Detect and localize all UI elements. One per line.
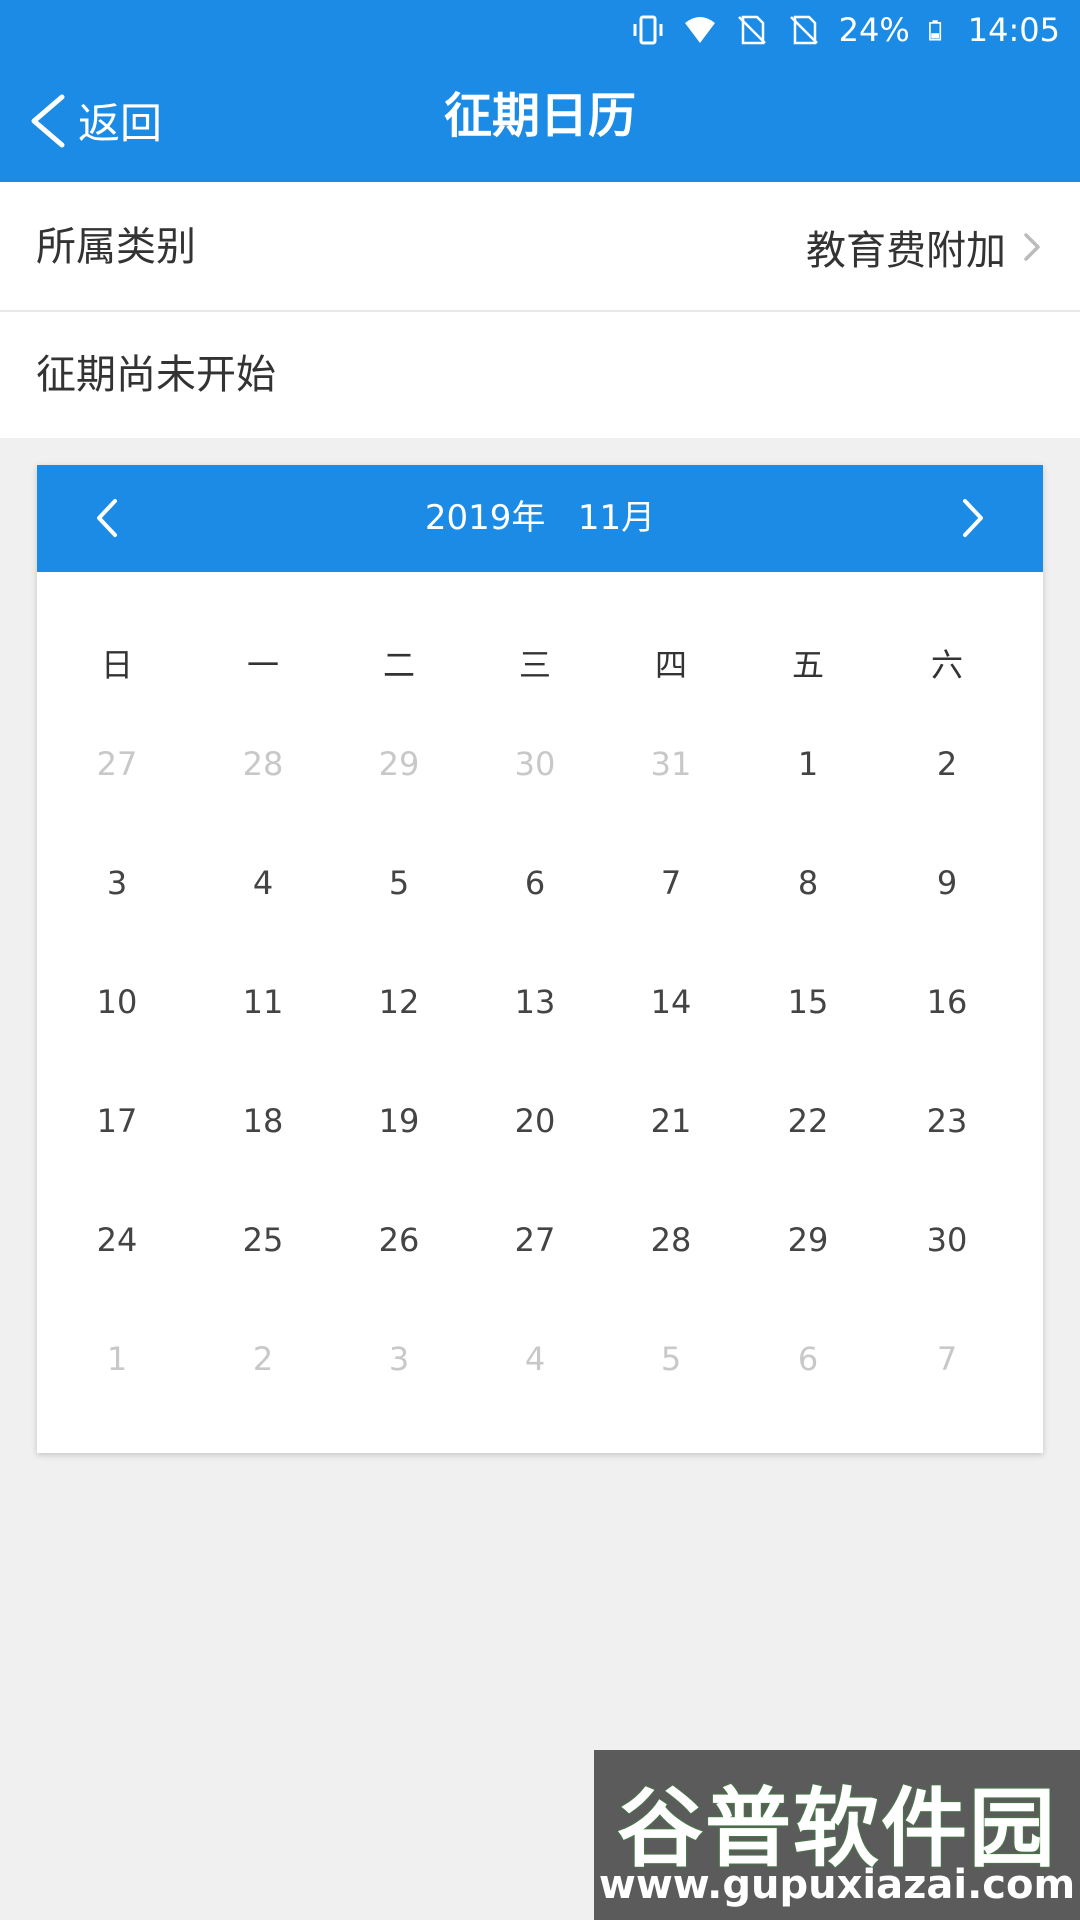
calendar-day-outside-month[interactable]: 5 bbox=[601, 1300, 741, 1419]
next-month-button[interactable] bbox=[953, 495, 993, 542]
vibrate-icon bbox=[633, 15, 663, 45]
battery-icon bbox=[928, 20, 941, 41]
calendar-day-outside-month[interactable]: 29 bbox=[329, 705, 469, 824]
calendar-day[interactable]: 19 bbox=[329, 1062, 469, 1181]
chevron-right-icon bbox=[1024, 233, 1040, 261]
calendar-day-outside-month[interactable]: 27 bbox=[37, 705, 197, 824]
nav-bar: 征期日历 返回 bbox=[0, 60, 1080, 182]
status-bar: 24% 14:05 bbox=[631, 0, 1080, 60]
calendar-week: 1234567 bbox=[37, 1300, 1043, 1419]
calendar-day-outside-month[interactable]: 6 bbox=[741, 1300, 875, 1419]
weekday-label: 六 bbox=[930, 646, 963, 684]
app-header: 24% 14:05 征期日历 返回 bbox=[0, 0, 1080, 182]
tax-calendar: 2019年 11月 日 一 二 三 四 五 六 27 28 29 30 31 1 2 3 4 5 6… bbox=[37, 465, 1043, 1453]
calendar-day-outside-month[interactable]: 28 bbox=[197, 705, 329, 824]
watermark-url: www.gupuxiazai.com bbox=[598, 1862, 1076, 1908]
calendar-day-outside-month[interactable]: 30 bbox=[469, 705, 601, 824]
back-label: 返回 bbox=[78, 99, 163, 148]
calendar-day[interactable]: 7 bbox=[601, 824, 741, 943]
calendar-day[interactable]: 15 bbox=[741, 943, 875, 1062]
calendar-day[interactable]: 22 bbox=[741, 1062, 875, 1181]
calendar-day[interactable]: 12 bbox=[329, 943, 469, 1062]
period-status-text: 征期尚未开始 bbox=[36, 352, 276, 398]
calendar-month-title: 2019年 11月 bbox=[424, 498, 656, 538]
watermark-logo: 谷普软件园 www.gupuxiazai.com bbox=[594, 1750, 1080, 1920]
calendar-day[interactable]: 25 bbox=[197, 1181, 329, 1300]
calendar-day-outside-month[interactable]: 1 bbox=[37, 1300, 197, 1419]
back-button[interactable]: 返回 bbox=[24, 90, 162, 151]
category-value: 教育费附加 bbox=[806, 228, 1006, 274]
calendar-day-outside-month[interactable]: 3 bbox=[329, 1300, 469, 1419]
battery-percent: 24% bbox=[838, 11, 910, 49]
calendar-week: 27 28 29 30 31 1 2 bbox=[37, 705, 1043, 824]
weekday-label: 三 bbox=[518, 646, 551, 684]
calendar-day[interactable]: 10 bbox=[37, 943, 197, 1062]
chevron-left-icon bbox=[31, 94, 65, 147]
calendar-day[interactable]: 11 bbox=[197, 943, 329, 1062]
calendar-day[interactable]: 18 bbox=[197, 1062, 329, 1181]
calendar-day[interactable]: 23 bbox=[875, 1062, 1019, 1181]
calendar-day-outside-month[interactable]: 31 bbox=[601, 705, 741, 824]
calendar-day[interactable]: 14 bbox=[601, 943, 741, 1062]
calendar-week: 3456789 bbox=[37, 824, 1043, 943]
clock: 14:05 bbox=[967, 11, 1060, 49]
weekday-label: 一 bbox=[246, 646, 279, 684]
calendar-day[interactable]: 26 bbox=[329, 1181, 469, 1300]
calendar-day[interactable]: 13 bbox=[469, 943, 601, 1062]
calendar-day-outside-month[interactable]: 7 bbox=[875, 1300, 1019, 1419]
calendar-week: 24 25 26 27 28 29 30 bbox=[37, 1181, 1043, 1300]
calendar-day[interactable]: 29 bbox=[741, 1181, 875, 1300]
calendar-day[interactable]: 8 bbox=[741, 824, 875, 943]
calendar-day[interactable]: 30 bbox=[875, 1181, 1019, 1300]
calendar-day[interactable]: 17 bbox=[37, 1062, 197, 1181]
no-sim-icon bbox=[789, 15, 818, 45]
category-row[interactable]: 所属类别 教育费附加 bbox=[0, 182, 1080, 312]
weekday-label: 四 bbox=[654, 646, 687, 684]
calendar-day[interactable]: 27 bbox=[469, 1181, 601, 1300]
calendar-day[interactable]: 1 bbox=[741, 705, 875, 824]
calendar-day[interactable]: 4 bbox=[197, 824, 329, 943]
category-label: 所属类别 bbox=[36, 224, 196, 270]
no-sim-icon bbox=[737, 15, 766, 45]
weekday-label: 日 bbox=[100, 646, 133, 684]
calendar-day[interactable]: 2 bbox=[875, 705, 1019, 824]
calendar-day[interactable]: 24 bbox=[37, 1181, 197, 1300]
weekday-header: 日 一 二 三 四 五 六 bbox=[37, 625, 1043, 705]
calendar-grid: 27 28 29 30 31 1 2 3 4 5 6 7 8 9 10 11 12 13 14 15 16 17 18 19 2… bbox=[37, 705, 1043, 1419]
calendar-day[interactable]: 21 bbox=[601, 1062, 741, 1181]
calendar-day[interactable]: 16 bbox=[875, 943, 1019, 1062]
calendar-header: 2019年 11月 bbox=[37, 465, 1043, 572]
calendar-day-outside-month[interactable]: 2 bbox=[197, 1300, 329, 1419]
calendar-day[interactable]: 20 bbox=[469, 1062, 601, 1181]
calendar-day-outside-month[interactable]: 4 bbox=[469, 1300, 601, 1419]
calendar-day[interactable]: 5 bbox=[329, 824, 469, 943]
calendar-day[interactable]: 28 bbox=[601, 1181, 741, 1300]
weekday-label: 二 bbox=[382, 646, 415, 684]
wifi-icon bbox=[684, 17, 715, 43]
calendar-week: 17 18 19 20 21 22 23 bbox=[37, 1062, 1043, 1181]
period-status-row: 征期尚未开始 bbox=[0, 312, 1080, 438]
calendar-day[interactable]: 9 bbox=[875, 824, 1019, 943]
calendar-day[interactable]: 6 bbox=[469, 824, 601, 943]
category-selector[interactable]: 教育费附加 bbox=[806, 182, 1044, 312]
calendar-day[interactable]: 3 bbox=[37, 824, 197, 943]
calendar-week: 10 11 12 13 14 15 16 bbox=[37, 943, 1043, 1062]
weekday-label: 五 bbox=[791, 646, 824, 684]
